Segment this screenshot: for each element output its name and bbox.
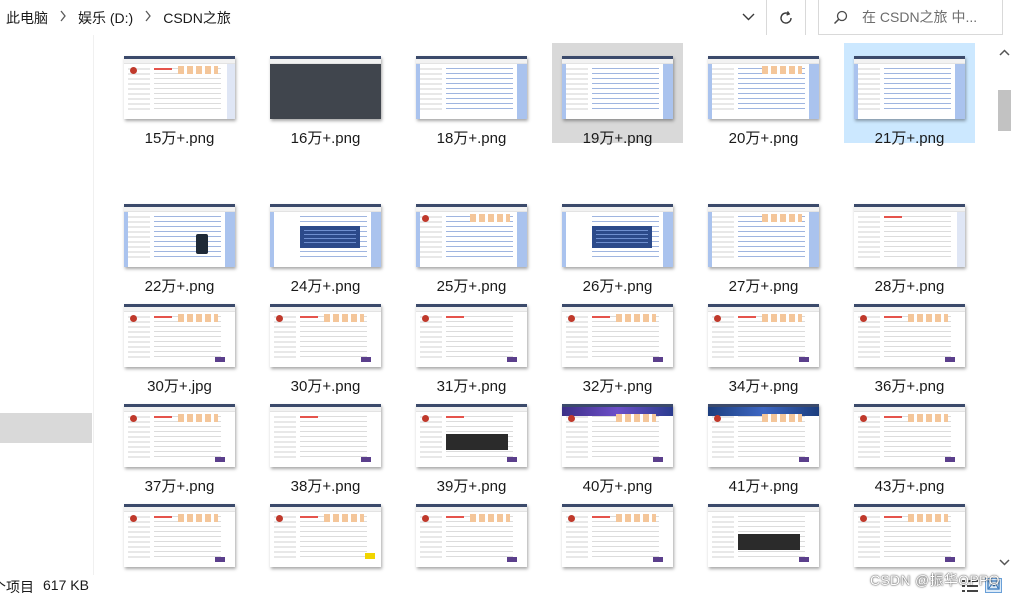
image-thumbnail	[562, 504, 673, 567]
image-thumbnail	[854, 404, 965, 467]
image-thumbnail	[124, 404, 235, 467]
image-thumbnail	[416, 304, 527, 367]
nav-selected-item[interactable]	[0, 413, 92, 443]
file-name: 18万+.png	[436, 130, 507, 147]
file-item[interactable]: 31万+.png	[406, 291, 537, 395]
file-item[interactable]	[114, 491, 245, 575]
file-item[interactable]: 40万+.png	[552, 391, 683, 495]
image-thumbnail	[416, 204, 527, 267]
file-item[interactable]: 43万+.png	[844, 391, 975, 495]
image-thumbnail	[416, 404, 527, 467]
image-thumbnail	[562, 56, 673, 119]
image-thumbnail	[416, 56, 527, 119]
file-item[interactable]: 30万+.png	[260, 291, 391, 395]
chevron-right-icon[interactable]	[54, 10, 72, 25]
image-thumbnail	[854, 204, 965, 267]
file-item[interactable]: 20万+.png	[698, 43, 829, 147]
file-name: 21万+.png	[874, 130, 945, 147]
image-thumbnail	[854, 504, 965, 567]
file-item[interactable]: 32万+.png	[552, 291, 683, 395]
file-item[interactable]	[260, 491, 391, 575]
image-thumbnail	[270, 56, 381, 119]
image-thumbnail	[708, 304, 819, 367]
image-thumbnail	[708, 504, 819, 567]
file-item[interactable]: 36万+.png	[844, 291, 975, 395]
image-thumbnail	[270, 204, 381, 267]
file-name: 16万+.png	[290, 130, 361, 147]
image-thumbnail	[124, 204, 235, 267]
image-thumbnail	[562, 304, 673, 367]
refresh-icon	[780, 10, 792, 24]
address-history-button[interactable]	[733, 4, 763, 30]
file-item[interactable]: 21万+.png	[844, 43, 975, 147]
breadcrumb-drive-d[interactable]: 娱乐 (D:)	[72, 8, 139, 28]
search-box[interactable]	[818, 0, 1003, 35]
image-thumbnail	[416, 504, 527, 567]
file-item[interactable]: 26万+.png	[552, 191, 683, 295]
breadcrumb[interactable]: 此电脑 娱乐 (D:) CSDN之旅	[0, 0, 763, 35]
file-item[interactable]: 34万+.png	[698, 291, 829, 395]
file-item[interactable]: 18万+.png	[406, 43, 537, 147]
vertical-scrollbar[interactable]	[995, 35, 1015, 575]
image-thumbnail	[708, 404, 819, 467]
image-thumbnail	[124, 304, 235, 367]
scroll-up-arrow-icon[interactable]	[999, 43, 1010, 61]
file-item[interactable]: 38万+.png	[260, 391, 391, 495]
scrollbar-thumb[interactable]	[998, 90, 1011, 131]
file-item[interactable]: 41万+.png	[698, 391, 829, 495]
image-thumbnail	[124, 504, 235, 567]
file-name: 20万+.png	[728, 130, 799, 147]
watermark: CSDN @振华OPPO	[870, 572, 1000, 588]
file-item[interactable]: 22万+.png	[114, 191, 245, 295]
breadcrumb-current-folder[interactable]: CSDN之旅	[157, 8, 237, 28]
image-thumbnail	[708, 204, 819, 267]
file-item[interactable]	[552, 491, 683, 575]
image-thumbnail	[270, 304, 381, 367]
status-bar: 个项目 617 KB	[0, 575, 1015, 595]
file-item[interactable]: 30万+.jpg	[114, 291, 245, 395]
search-icon	[819, 10, 848, 25]
file-item[interactable]: 28万+.png	[844, 191, 975, 295]
file-item[interactable]: 39万+.png	[406, 391, 537, 495]
image-thumbnail	[562, 204, 673, 267]
file-name: 15万+.png	[144, 130, 215, 147]
search-input[interactable]	[862, 9, 1002, 25]
scroll-down-arrow-icon[interactable]	[999, 553, 1010, 571]
address-bar: 此电脑 娱乐 (D:) CSDN之旅	[0, 0, 1015, 35]
image-thumbnail	[270, 404, 381, 467]
selection-size: 617 KB	[43, 577, 89, 593]
file-item[interactable]: 19万+.png	[552, 43, 683, 147]
image-thumbnail	[562, 404, 673, 467]
file-item[interactable]	[844, 491, 975, 575]
chevron-down-icon	[742, 13, 754, 21]
image-thumbnail	[854, 304, 965, 367]
file-name: 19万+.png	[582, 130, 653, 147]
file-item[interactable]: 27万+.png	[698, 191, 829, 295]
navigation-pane[interactable]	[0, 35, 94, 575]
file-item[interactable]: 16万+.png	[260, 43, 391, 147]
refresh-button[interactable]	[766, 0, 806, 35]
file-item[interactable]: 37万+.png	[114, 391, 245, 495]
image-thumbnail	[124, 56, 235, 119]
breadcrumb-this-pc[interactable]: 此电脑	[0, 8, 54, 28]
file-grid[interactable]: 15万+.png 16万+.png 18万+.png 19万+.png 20万+…	[95, 35, 995, 575]
file-item[interactable]: 24万+.png	[260, 191, 391, 295]
file-item[interactable]: 15万+.png	[114, 43, 245, 147]
image-thumbnail	[270, 504, 381, 567]
image-thumbnail	[708, 56, 819, 119]
item-count: 个项目	[0, 579, 34, 595]
file-item[interactable]	[698, 491, 829, 575]
chevron-right-icon[interactable]	[139, 10, 157, 25]
file-item[interactable]	[406, 491, 537, 575]
file-item[interactable]: 25万+.png	[406, 191, 537, 295]
image-thumbnail	[854, 56, 965, 119]
